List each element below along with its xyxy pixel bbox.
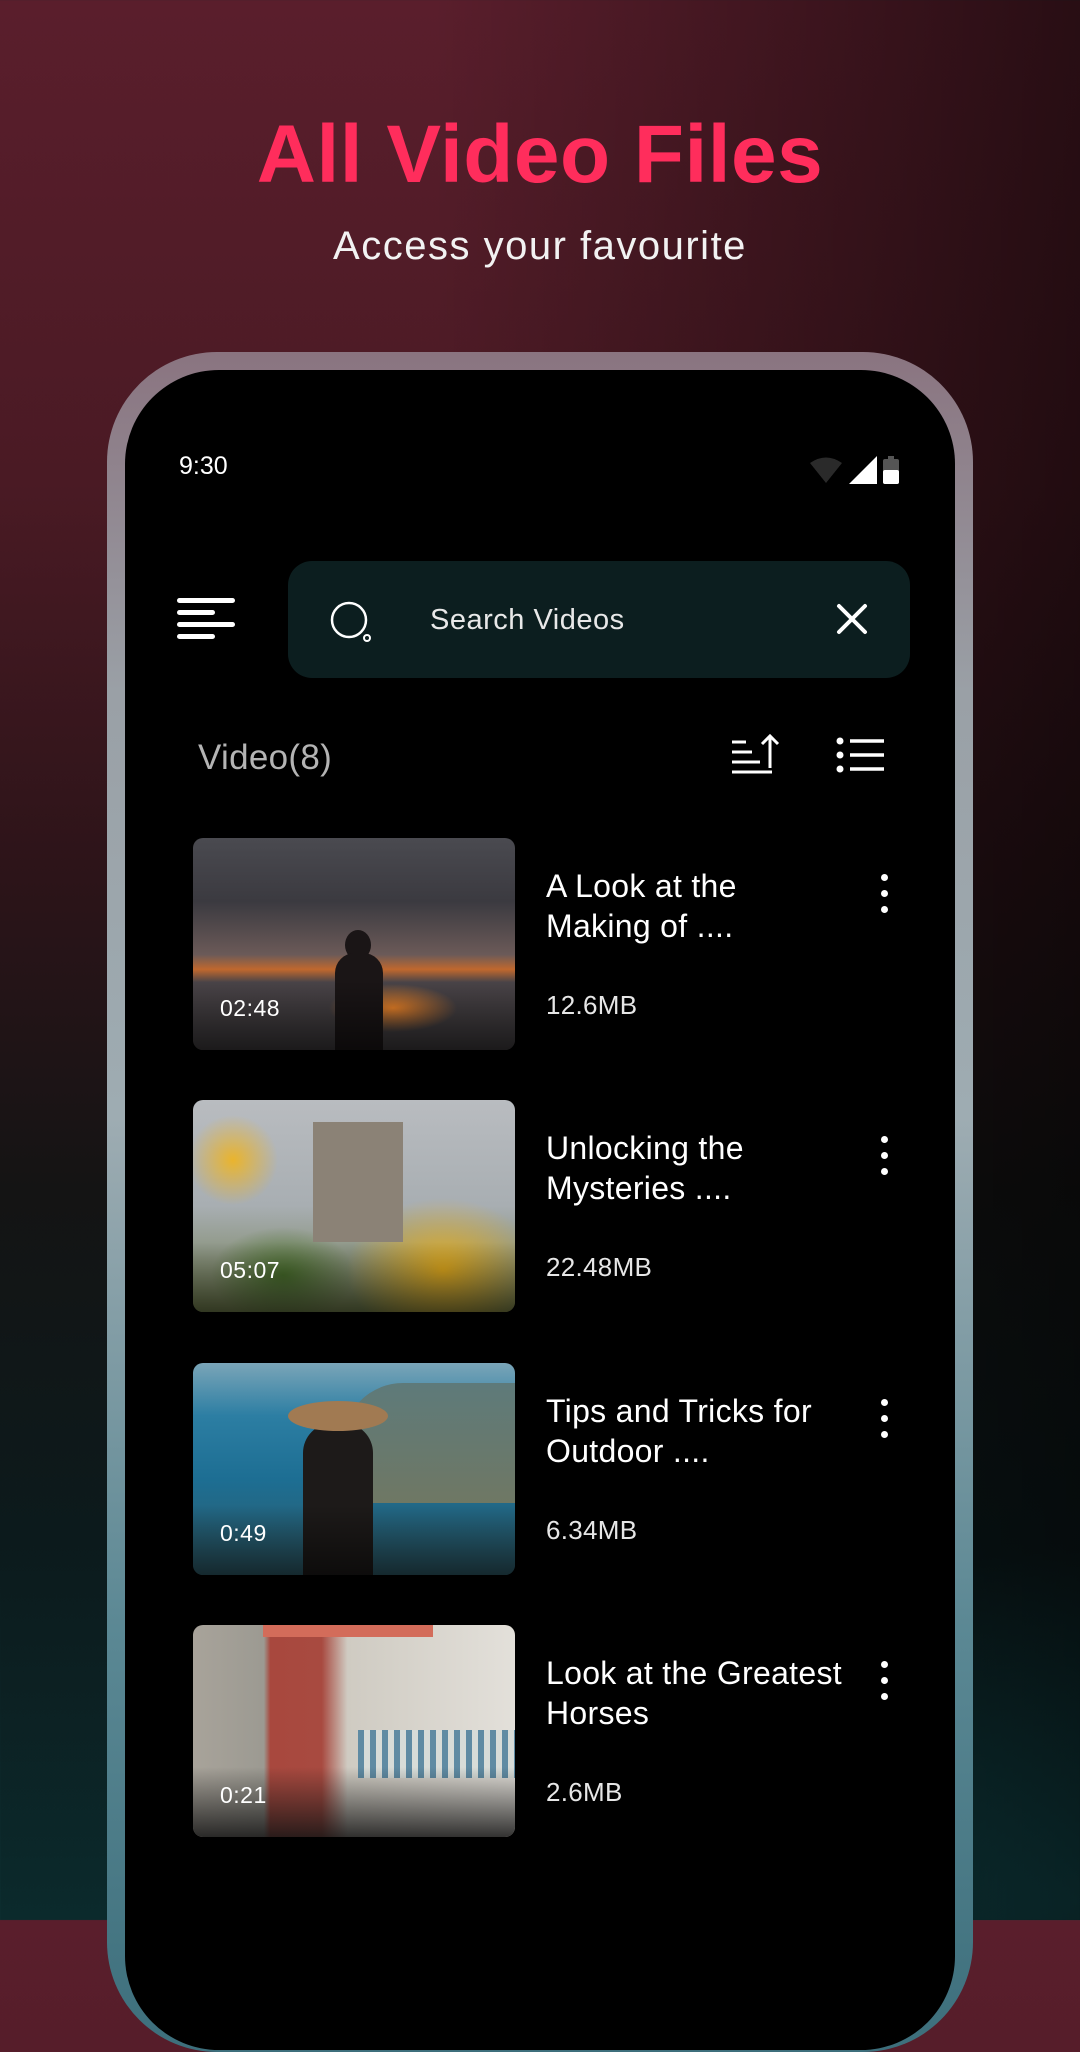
video-title[interactable]: A Look at the Making of .... <box>546 866 846 946</box>
video-list-item[interactable]: 0:21 Look at the Greatest Horses 2.6MB <box>125 1625 955 1840</box>
menu-icon-line <box>177 634 215 639</box>
video-size: 12.6MB <box>546 990 638 1020</box>
sort-ascending-icon[interactable] <box>730 732 782 776</box>
video-thumbnail[interactable]: 0:49 <box>193 1363 515 1575</box>
close-icon[interactable] <box>834 601 870 637</box>
video-duration: 02:48 <box>220 995 281 1021</box>
more-options-icon[interactable] <box>873 1136 895 1176</box>
more-options-icon[interactable] <box>873 1399 895 1439</box>
dot <box>881 1399 888 1406</box>
menu-icon-line <box>177 610 215 615</box>
cellular-signal-icon <box>849 456 877 484</box>
dot <box>881 1152 888 1159</box>
status-time: 9:30 <box>179 452 228 480</box>
thumbnail-figure <box>263 1625 433 1637</box>
video-title[interactable]: Tips and Tricks for Outdoor .... <box>546 1391 846 1471</box>
dot <box>881 1415 888 1422</box>
menu-icon <box>177 598 235 603</box>
search-bar[interactable] <box>288 561 910 678</box>
video-title[interactable]: Look at the Greatest Horses <box>546 1653 846 1733</box>
video-thumbnail[interactable]: 02:48 <box>193 838 515 1050</box>
promo-headline: All Video Files <box>256 109 824 200</box>
dot <box>881 1431 888 1438</box>
thumbnail-figure <box>313 1122 403 1242</box>
dot <box>881 906 888 913</box>
video-list-item[interactable]: 05:07 Unlocking the Mysteries .... 22.48… <box>125 1100 955 1315</box>
video-duration: 05:07 <box>220 1257 281 1283</box>
dot <box>881 1661 888 1668</box>
thumbnail-figure <box>288 1401 388 1431</box>
menu-icon-line <box>177 622 235 627</box>
search-icon[interactable] <box>330 601 374 645</box>
video-thumbnail[interactable]: 05:07 <box>193 1100 515 1312</box>
video-list-item[interactable]: 0:49 Tips and Tricks for Outdoor .... 6.… <box>125 1363 955 1578</box>
dot <box>881 1693 888 1700</box>
more-options-icon[interactable] <box>873 1661 895 1701</box>
dot <box>881 890 888 897</box>
dot <box>881 1677 888 1684</box>
dot <box>881 874 888 881</box>
status-icons <box>809 456 899 484</box>
video-count-label: Video(8) <box>198 738 333 777</box>
battery-icon <box>883 456 899 484</box>
video-thumbnail[interactable]: 0:21 <box>193 1625 515 1837</box>
promo-subheadline: Access your favourite <box>333 224 747 268</box>
video-duration: 0:49 <box>220 1520 267 1546</box>
video-list-item[interactable]: 02:48 A Look at the Making of .... 12.6M… <box>125 838 955 1053</box>
dot <box>881 1136 888 1143</box>
menu-button[interactable] <box>177 598 235 642</box>
video-size: 6.34MB <box>546 1515 638 1545</box>
more-options-icon[interactable] <box>873 874 895 914</box>
video-size: 22.48MB <box>546 1252 653 1282</box>
search-input[interactable] <box>428 589 812 651</box>
list-view-icon[interactable] <box>836 736 886 774</box>
phone-screen: 9:30 Video(8) <box>125 370 955 2050</box>
video-duration: 0:21 <box>220 1782 267 1808</box>
dot <box>881 1168 888 1175</box>
video-size: 2.6MB <box>546 1777 623 1807</box>
wifi-icon <box>810 457 842 483</box>
video-title[interactable]: Unlocking the Mysteries .... <box>546 1128 846 1208</box>
